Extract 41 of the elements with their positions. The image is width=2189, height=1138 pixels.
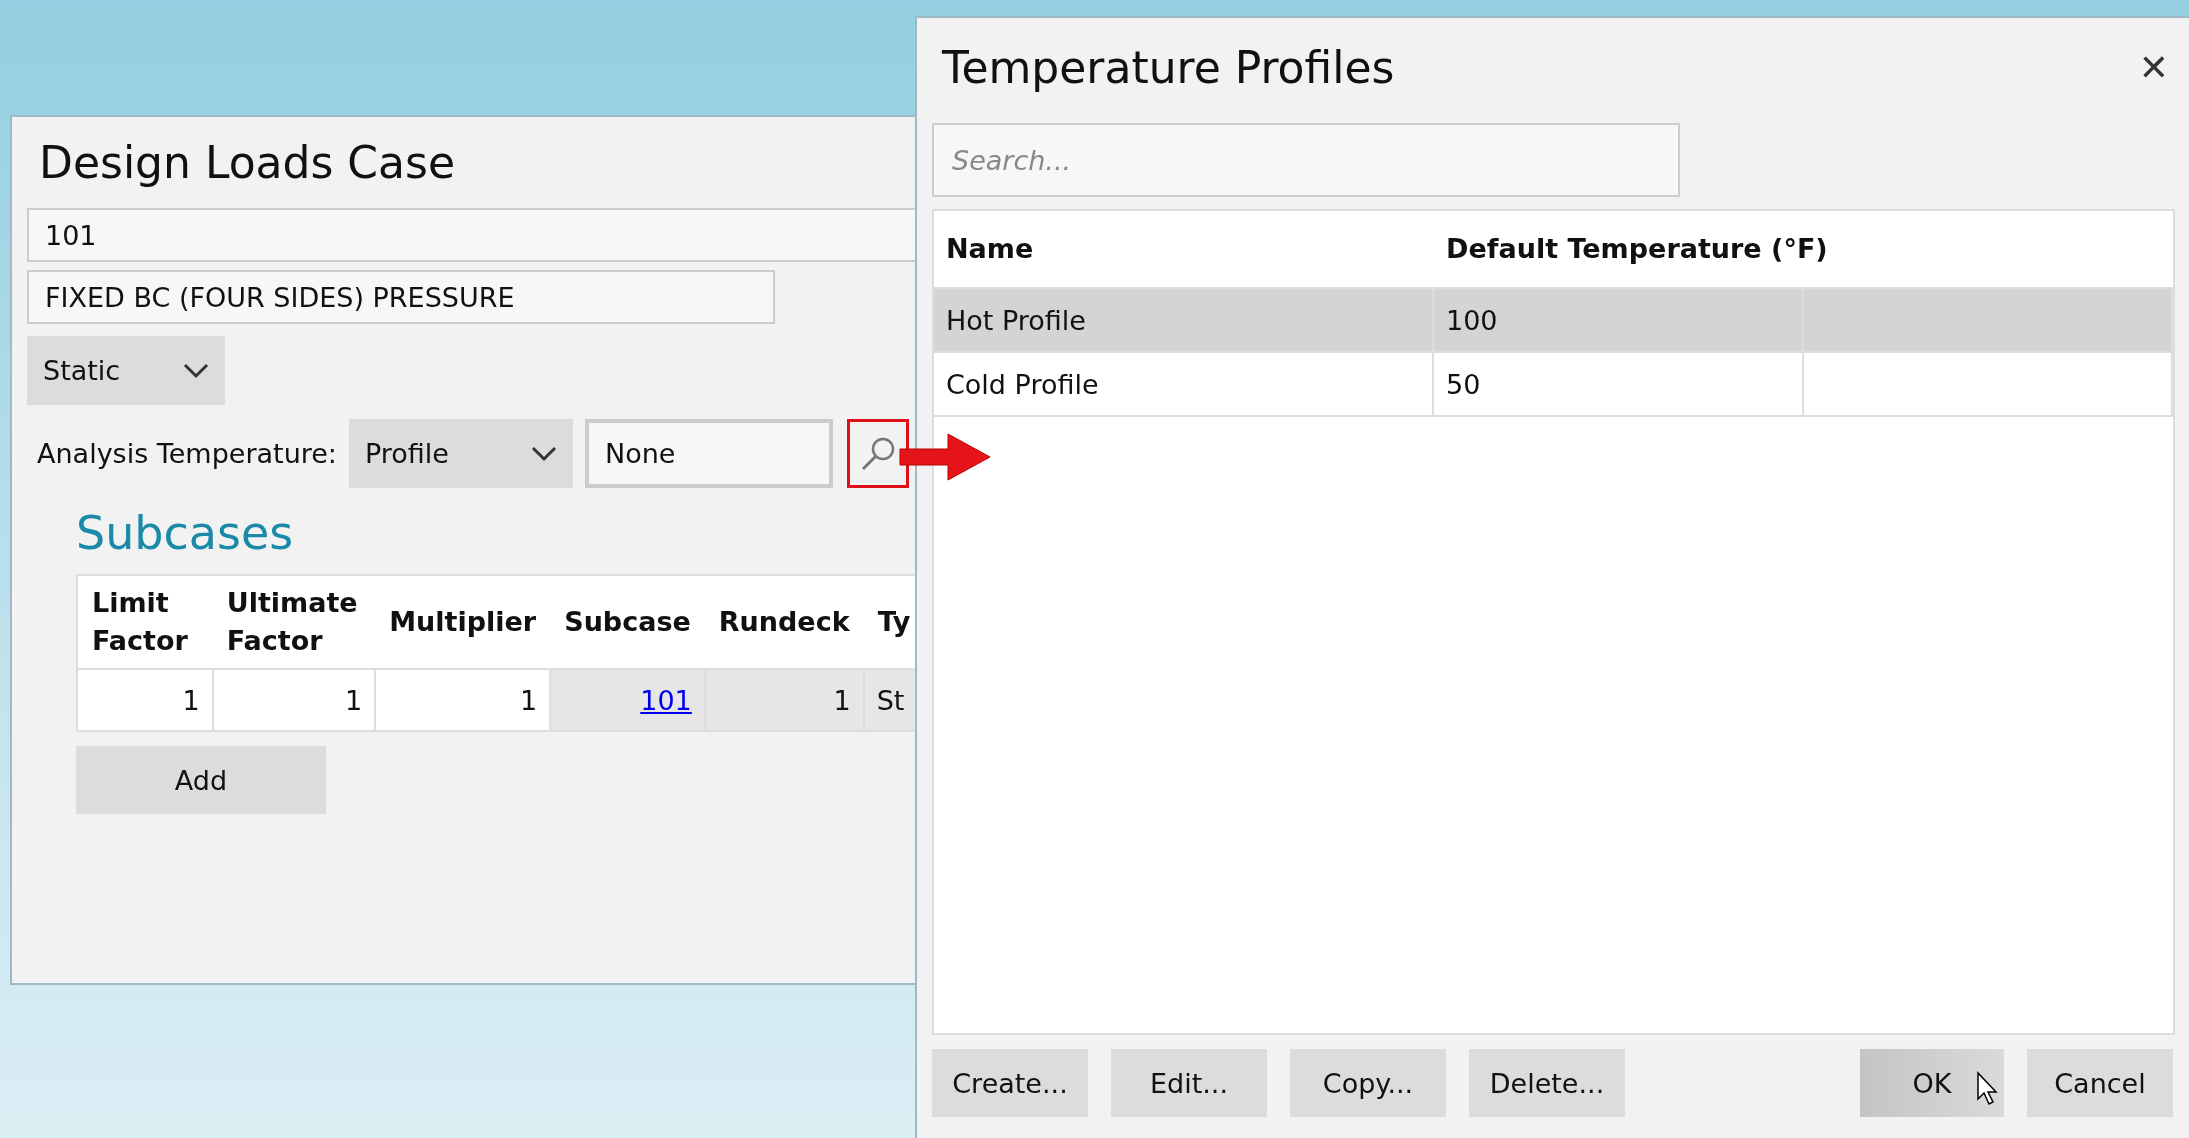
- table-cell: 1: [704, 669, 864, 731]
- action-button[interactable]: Create...: [932, 1049, 1088, 1117]
- column-header: Limit Factor: [77, 575, 213, 669]
- action-button[interactable]: Copy...: [1290, 1049, 1446, 1117]
- window-title: Design Loads Case: [39, 137, 457, 188]
- table-cell[interactable]: 1: [375, 669, 551, 731]
- search-field[interactable]: Search...: [932, 123, 1680, 197]
- action-button[interactable]: Edit...: [1111, 1049, 1267, 1117]
- chevron-down-icon: [183, 362, 209, 379]
- type-dropdown[interactable]: Static: [27, 336, 225, 405]
- add-button[interactable]: Add: [76, 746, 326, 814]
- dialog-title: Temperature Profiles: [942, 42, 1395, 93]
- profile-field[interactable]: None: [584, 419, 833, 488]
- action-button[interactable]: Delete...: [1469, 1049, 1625, 1117]
- temperature-mode-dropdown[interactable]: Profile: [348, 419, 573, 488]
- subcase-link[interactable]: 101: [640, 684, 692, 716]
- table-cell: Hot Profile: [934, 289, 1434, 351]
- close-button[interactable]: ✕: [2134, 47, 2173, 88]
- column-header: Multiplier: [375, 575, 551, 669]
- arrow-icon: [898, 432, 992, 482]
- table-cell: 50: [1434, 353, 1804, 415]
- profile-row[interactable]: Cold Profile 50: [934, 353, 2173, 417]
- table-cell: Cold Profile: [934, 353, 1434, 415]
- column-header: Ty: [863, 575, 927, 669]
- description-field[interactable]: FIXED BC (FOUR SIDES) PRESSURE: [27, 270, 775, 324]
- search-button[interactable]: [846, 419, 909, 488]
- column-header: Ultimate Factor: [212, 575, 376, 669]
- table-cell[interactable]: 1: [212, 669, 376, 731]
- profile-row[interactable]: Hot Profile 100: [934, 289, 2173, 353]
- table-cell: 100: [1434, 289, 1804, 351]
- column-header: Subcase: [550, 575, 705, 669]
- chevron-down-icon: [530, 445, 557, 462]
- dialog-button[interactable]: Cancel: [2027, 1049, 2173, 1117]
- column-header: Rundeck: [704, 575, 864, 669]
- table-cell[interactable]: 1: [77, 669, 213, 731]
- column-header: Default Temperature (°F): [1445, 232, 1828, 267]
- subcases-heading: Subcases: [76, 506, 295, 560]
- mouse-pointer-icon: [1976, 1071, 2000, 1107]
- analysis-temperature-label: Analysis Temperature:: [37, 438, 337, 469]
- dialog-button[interactable]: OK: [1860, 1049, 2004, 1117]
- column-header: Name: [945, 232, 1035, 267]
